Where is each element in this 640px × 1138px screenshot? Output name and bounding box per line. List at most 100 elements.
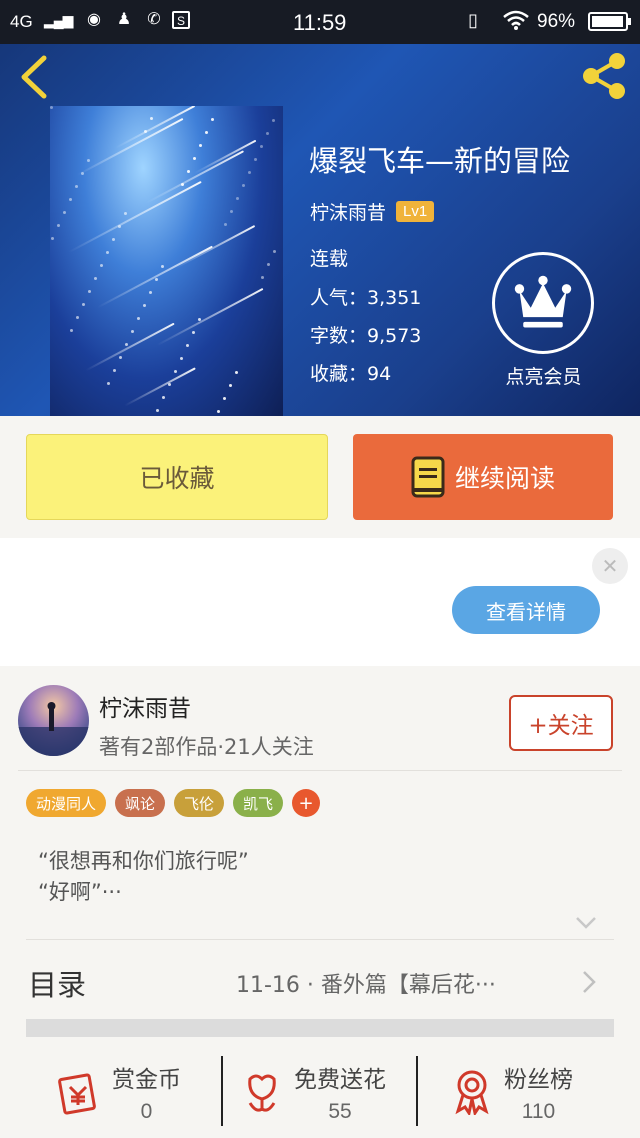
star-dot — [155, 278, 158, 281]
book-status: 连载 — [310, 248, 349, 270]
vip-crown-icon[interactable] — [492, 252, 594, 354]
star-dot — [50, 106, 53, 109]
avatar[interactable] — [18, 685, 89, 756]
book-word-count: 字数：9,573 — [310, 325, 422, 347]
star-dot — [161, 265, 164, 268]
star-dot — [119, 356, 122, 359]
meteor-streak — [156, 287, 264, 347]
toc-label[interactable]: 目录 — [28, 962, 86, 1004]
star-dot — [150, 117, 153, 120]
star-dot — [272, 119, 275, 122]
book-title: 爆裂飞车—新的冒险 — [309, 144, 571, 178]
star-dot — [76, 316, 79, 319]
tag-item[interactable]: 动漫同人 — [26, 789, 107, 817]
reward-value: 0 — [140, 1100, 153, 1123]
chevron-right-icon[interactable] — [580, 969, 598, 995]
intro-line-1: “很想再和你们旅行呢” — [38, 849, 249, 873]
reward-gold-coin[interactable]: 赏金币 0 — [56, 1052, 181, 1132]
follow-button[interactable]: +关注 — [509, 695, 613, 751]
collected-button[interactable]: 已收藏 — [26, 434, 328, 520]
star-dot — [107, 382, 110, 385]
star-dot — [193, 157, 196, 160]
author-name[interactable]: 柠沫雨昔 — [99, 689, 191, 723]
browser-icon: ◉ — [87, 11, 101, 28]
star-dot — [260, 145, 263, 148]
star-dot — [199, 144, 202, 147]
star-dot — [63, 211, 66, 214]
star-dot — [217, 410, 220, 413]
star-dot — [162, 396, 165, 399]
add-tag-button[interactable]: + — [292, 789, 321, 817]
meteor-streak — [114, 106, 196, 150]
reward-flower[interactable]: 免费送花 55 — [242, 1052, 386, 1132]
continue-reading-label: 继续阅读 — [454, 464, 555, 493]
star-dot — [112, 238, 115, 241]
book-author-row[interactable]: 柠沫雨昔 Lv1 — [310, 198, 435, 225]
share-icon[interactable] — [578, 50, 630, 102]
star-dot — [174, 370, 177, 373]
toc-latest-chapter[interactable]: 11-16 · 番外篇【幕后花··· — [236, 967, 496, 999]
battery-icon — [588, 12, 631, 31]
star-dot — [82, 303, 85, 306]
book-icon — [411, 456, 445, 498]
star-dot — [254, 158, 257, 161]
tag-item[interactable]: 凯飞 — [233, 789, 284, 817]
star-dot — [143, 304, 146, 307]
star-dot — [88, 290, 91, 293]
book-favorites: 收藏：94 — [310, 363, 392, 385]
divider — [416, 1056, 418, 1126]
reward-label: 免费送花 — [294, 1067, 386, 1093]
reward-label: 赏金币 — [112, 1067, 181, 1093]
star-dot — [75, 185, 78, 188]
star-dot — [149, 291, 152, 294]
reward-label: 粉丝榜 — [504, 1067, 573, 1093]
tag-item[interactable]: 飒论 — [115, 789, 166, 817]
vip-label[interactable]: 点亮会员 — [496, 362, 591, 389]
reward-fan-ranking[interactable]: 粉丝榜 110 — [452, 1052, 573, 1132]
avatar-figure-icon — [18, 702, 89, 756]
close-icon[interactable]: ✕ — [592, 548, 628, 584]
star-dot — [181, 183, 184, 186]
reward-value: 110 — [521, 1100, 556, 1123]
book-cover[interactable] — [50, 106, 283, 416]
meteor-streak — [76, 117, 184, 177]
meteor-streak — [85, 322, 175, 372]
star-dot — [57, 224, 60, 227]
star-dot — [81, 172, 84, 175]
star-dot — [229, 384, 232, 387]
view-details-button[interactable]: 查看详情 — [452, 586, 600, 634]
star-dot — [230, 210, 233, 213]
star-dot — [248, 171, 251, 174]
star-dot — [118, 225, 121, 228]
star-dot — [51, 237, 54, 240]
tag-item[interactable]: 飞伦 — [174, 789, 225, 817]
missed-call-icon: ✆ — [147, 11, 161, 28]
star-dot — [236, 197, 239, 200]
star-dot — [144, 130, 147, 133]
book-author[interactable]: 柠沫雨昔 — [310, 198, 386, 225]
star-dot — [168, 383, 171, 386]
star-dot — [113, 369, 116, 372]
meteor-streak — [68, 180, 202, 254]
meteor-streak — [193, 139, 257, 175]
back-icon[interactable] — [16, 54, 52, 100]
star-dot — [106, 251, 109, 254]
sim-icon: S — [172, 11, 190, 29]
star-dot — [198, 318, 201, 321]
continue-reading-button[interactable]: 继续阅读 — [353, 434, 613, 520]
author-stats: 著有2部作品·21人关注 — [99, 735, 314, 759]
status-bar: 4G ▂▄▆ ◉ ♟ ✆ S 11:59 ▯ 96% — [0, 0, 640, 44]
star-dot — [125, 343, 128, 346]
star-dot — [70, 329, 73, 332]
chevron-down-icon[interactable] — [572, 908, 600, 936]
star-dot — [186, 344, 189, 347]
battery-percent: 96% — [537, 11, 576, 32]
star-dot — [211, 118, 214, 121]
network-type: 4G — [10, 12, 33, 31]
star-dot — [267, 263, 270, 266]
star-dot — [273, 250, 276, 253]
star-dot — [100, 264, 103, 267]
star-dot — [87, 159, 90, 162]
book-popularity: 人气：3,351 — [310, 287, 422, 309]
flower-icon — [248, 1074, 276, 1112]
